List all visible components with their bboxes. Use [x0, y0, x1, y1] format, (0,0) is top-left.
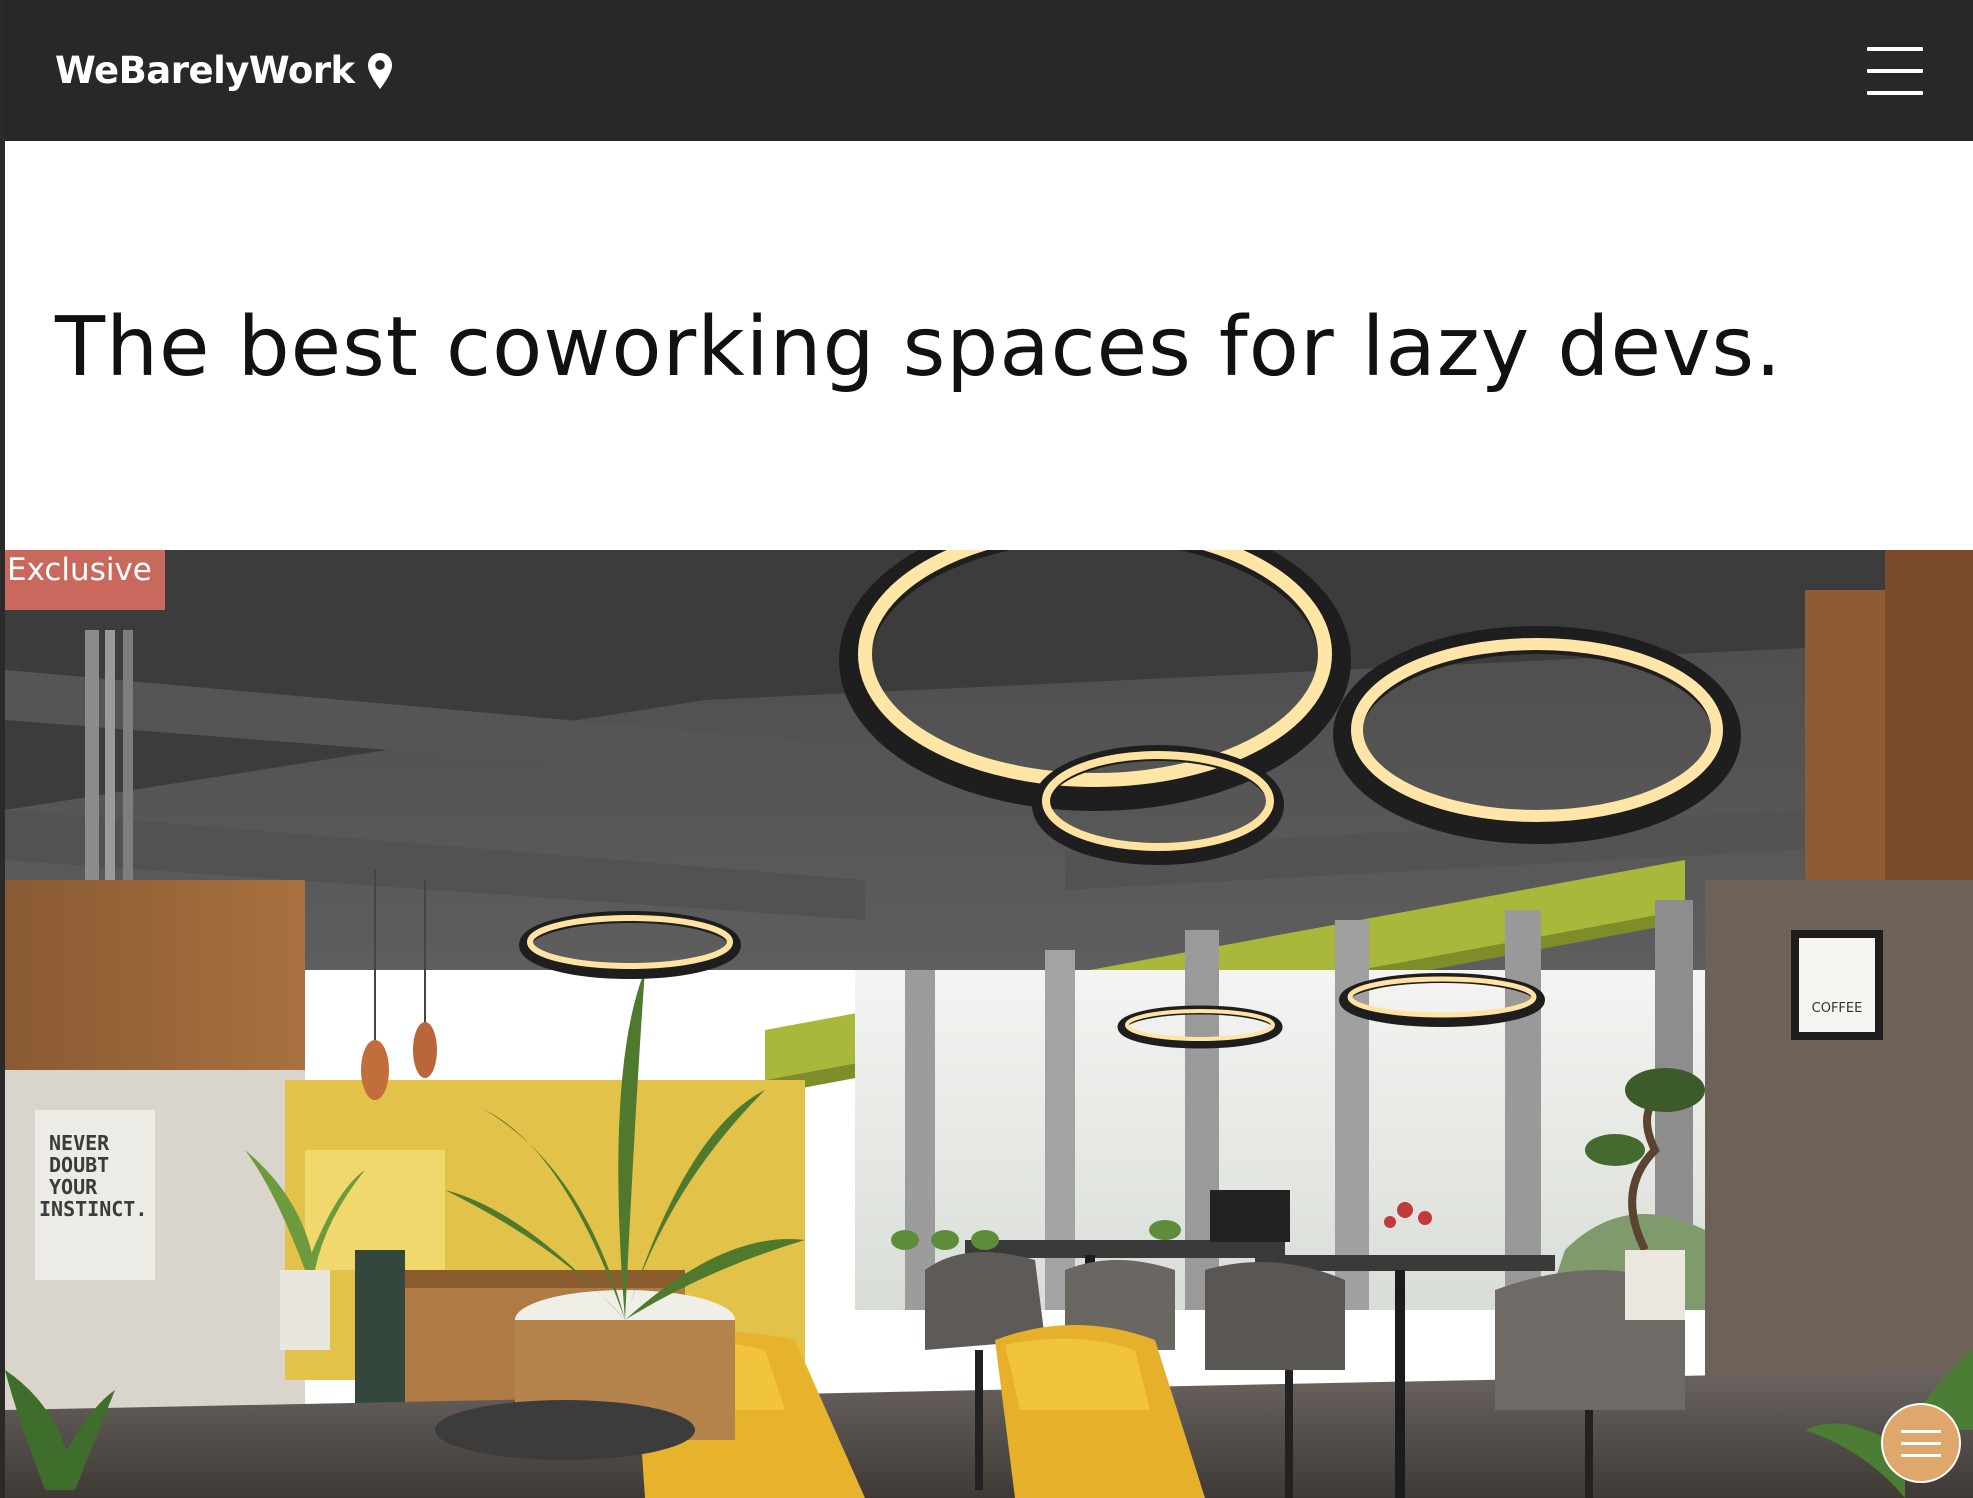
navbar: WeBarelyWork: [5, 0, 1973, 141]
svg-text:YOUR: YOUR: [49, 1175, 98, 1199]
floating-menu-button[interactable]: [1881, 1403, 1961, 1483]
hero-title: The best coworking spaces for lazy devs.: [55, 300, 1783, 395]
page: WeBarelyWork The best coworking spaces f…: [0, 0, 1973, 1498]
svg-text:DOUBT: DOUBT: [49, 1153, 109, 1177]
menu-line: [1901, 1453, 1941, 1457]
menu-line: [1901, 1441, 1941, 1445]
brand-name[interactable]: WeBarelyWork: [55, 49, 355, 92]
coworking-space-photo[interactable]: COFFEE NEVER DOUBT YOUR INSTINCT.: [5, 550, 1973, 1498]
svg-text:INSTINCT.: INSTINCT.: [39, 1197, 147, 1221]
window-edge: [0, 0, 5, 1498]
menu-line: [1867, 90, 1923, 95]
exclusive-badge: Exclusive: [5, 550, 165, 610]
menu-line: [1867, 68, 1923, 73]
map-pin-icon: [367, 52, 393, 90]
poster-text: COFFEE: [1812, 1001, 1863, 1016]
brand-logo[interactable]: WeBarelyWork: [55, 49, 393, 92]
menu-line: [1867, 46, 1923, 51]
menu-line: [1901, 1429, 1941, 1433]
hamburger-menu-icon[interactable]: [1867, 46, 1923, 95]
wall-sign: NEVER: [49, 1131, 110, 1155]
